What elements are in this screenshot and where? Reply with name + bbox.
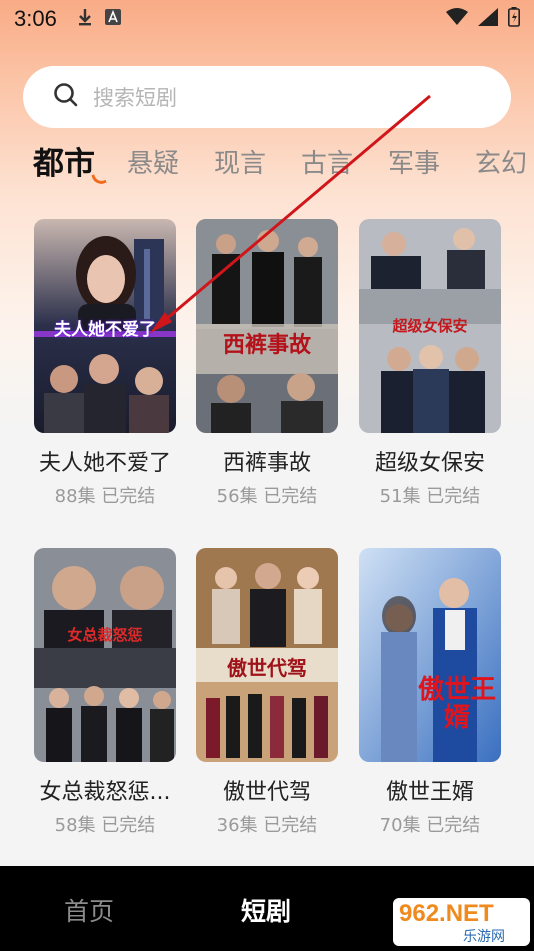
- wifi-icon: [446, 8, 468, 30]
- poster-title-text: 女总裁怒惩: [67, 626, 143, 644]
- search-bar[interactable]: 搜索短剧: [23, 66, 511, 128]
- poster-title-text: 傲世代驾: [227, 656, 307, 680]
- tab-category-modern-romance[interactable]: 现言: [214, 140, 266, 188]
- poster-title-text: 超级女保安: [392, 317, 468, 335]
- drama-poster[interactable]: 傲世代驾: [196, 548, 338, 762]
- battery-icon: [508, 7, 520, 31]
- drama-episode-status: 88集 已完结: [54, 486, 156, 507]
- drama-card[interactable]: 傲世王婿 傲世王婿 70集 已完结: [359, 548, 501, 836]
- tab-category-ancient-romance[interactable]: 古言: [301, 140, 353, 188]
- drama-title[interactable]: 夫人她不爱了: [20, 445, 190, 477]
- drama-card[interactable]: 夫人她不爱了 夫人她不爱了 88集 已完结: [34, 219, 176, 507]
- drama-title[interactable]: 西裤事故: [182, 445, 352, 477]
- search-placeholder: 搜索短剧: [93, 86, 177, 110]
- poster-title-text: 西裤事故: [222, 332, 311, 358]
- category-tabs: 都市 悬疑 现言 古言 军事 玄幻: [0, 140, 534, 190]
- watermark-subtitle: 乐游网: [463, 929, 505, 945]
- drama-title[interactable]: 超级女保安: [345, 445, 515, 477]
- drama-episode-status: 36集 已完结: [216, 815, 318, 836]
- nav-home[interactable]: 首页: [64, 892, 114, 928]
- tab-category-military[interactable]: 军事: [388, 140, 440, 188]
- poster-title-text: 傲世王婿: [417, 675, 496, 733]
- status-bar: 3:06: [0, 0, 534, 38]
- drama-episode-status: 56集 已完结: [216, 486, 318, 507]
- drama-title[interactable]: 女总裁怒惩...: [20, 774, 190, 806]
- drama-title[interactable]: 傲世王婿: [345, 774, 515, 806]
- drama-card[interactable]: 西裤事故 西裤事故 56集 已完结: [196, 219, 338, 507]
- tab-category-urban[interactable]: 都市: [33, 140, 95, 188]
- poster-title-text: 夫人她不爱了: [54, 320, 156, 340]
- drama-poster[interactable]: 女总裁怒惩: [34, 548, 176, 762]
- watermark-logo: 962.NET 乐游网: [393, 898, 530, 946]
- drama-poster[interactable]: 西裤事故: [196, 219, 338, 433]
- drama-poster[interactable]: 超级女保安: [359, 219, 501, 433]
- drama-title[interactable]: 傲世代驾: [182, 774, 352, 806]
- drama-card[interactable]: 傲世代驾 傲世代驾 36集 已完结: [196, 548, 338, 836]
- drama-card[interactable]: 女总裁怒惩 女总裁怒惩... 58集 已完结: [34, 548, 176, 836]
- tab-category-suspense[interactable]: 悬疑: [127, 140, 179, 188]
- tab-category-fantasy[interactable]: 玄幻: [475, 140, 527, 188]
- nav-dramas[interactable]: 短剧: [241, 892, 291, 928]
- drama-episode-status: 51集 已完结: [379, 486, 481, 507]
- watermark-brand: 962.NET: [399, 900, 494, 927]
- drama-episode-status: 58集 已完结: [54, 815, 156, 836]
- status-time: 3:06: [14, 6, 57, 31]
- drama-poster[interactable]: 夫人她不爱了: [34, 219, 176, 433]
- drama-episode-status: 70集 已完结: [379, 815, 481, 836]
- signal-icon: [478, 8, 498, 30]
- drama-card[interactable]: 超级女保安 超级女保安 51集 已完结: [359, 219, 501, 507]
- drama-poster[interactable]: 傲世王婿: [359, 548, 501, 762]
- notification-a-icon: [104, 9, 121, 29]
- search-icon: [53, 82, 79, 112]
- download-icon: [77, 7, 93, 31]
